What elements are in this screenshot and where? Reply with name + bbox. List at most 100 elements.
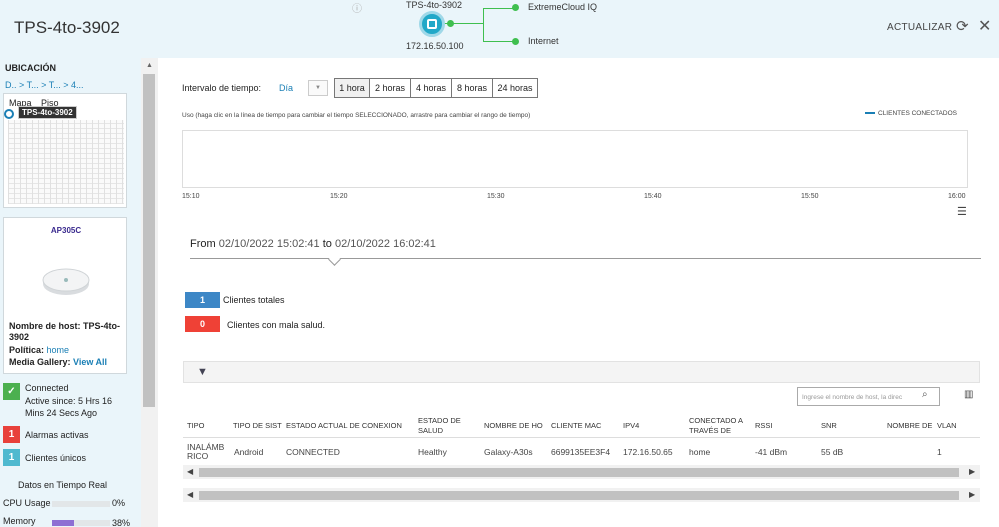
- scroll-left-arrow-icon[interactable]: ◀: [187, 490, 193, 499]
- column-header[interactable]: VLAN: [937, 421, 957, 431]
- cpu-value: 0%: [112, 498, 126, 508]
- cell-os: Android: [234, 447, 264, 457]
- filter-icon[interactable]: ▼: [197, 366, 208, 378]
- map-device-marker-icon[interactable]: [4, 109, 14, 119]
- column-header[interactable]: IPV4: [623, 421, 639, 431]
- range-24h-button[interactable]: 24 horas: [492, 78, 538, 98]
- device-card: AP305C Nombre de host: TPS-4to-3902 Polí…: [3, 217, 127, 374]
- device-hostname: Nombre de host: TPS-4to-3902: [9, 321, 121, 343]
- clients-count-badge[interactable]: 1: [3, 449, 20, 466]
- column-header[interactable]: NOMBRE DE HO: [484, 421, 543, 431]
- active-since: Active since: 5 Hrs 16 Mins 24 Secs Ago: [25, 396, 113, 418]
- chart-legend[interactable]: CLIENTES CONECTADOS: [865, 110, 957, 117]
- legend-label: CLIENTES CONECTADOS: [878, 110, 957, 117]
- location-breadcrumb[interactable]: D.. > T... > T... > 4...: [5, 80, 83, 90]
- refresh-icon[interactable]: ⟳: [956, 17, 969, 35]
- range-to-label: to: [322, 238, 332, 250]
- column-header[interactable]: TIPO DE SIST: [233, 421, 282, 431]
- close-icon[interactable]: ✕: [978, 16, 991, 36]
- page-title: TPS-4to-3902: [14, 18, 120, 37]
- info-icon[interactable]: ⓘ: [352, 0, 362, 15]
- axis-tick: 15:10: [182, 193, 200, 200]
- cpu-bar: [52, 501, 110, 507]
- column-header[interactable]: ESTADO DE SALUD: [418, 416, 478, 436]
- column-header[interactable]: NOMBRE DE: [887, 421, 932, 431]
- device-model: AP305C: [50, 226, 82, 235]
- memory-bar-fill: [52, 520, 75, 526]
- chevron-down-icon[interactable]: ▼: [308, 80, 328, 96]
- device-policy: Política: home: [9, 345, 69, 355]
- table-horizontal-scrollbar[interactable]: ◀ ▶: [183, 465, 980, 479]
- axis-tick: 15:40: [644, 193, 662, 200]
- bad-health-badge[interactable]: 0: [185, 316, 220, 332]
- column-header[interactable]: RSSI: [755, 421, 773, 431]
- cell-health: Healthy: [418, 447, 447, 457]
- column-header[interactable]: ESTADO ACTUAL DE CONEXION: [286, 421, 402, 431]
- page-horizontal-scrollbar[interactable]: ◀ ▶: [183, 488, 980, 502]
- media-label: Media Gallery:: [9, 357, 71, 367]
- cpu-label: CPU Usage: [3, 498, 51, 508]
- header-bar: TPS-4to-3902 ⓘ TPS-4to-3902 172.16.50.10…: [0, 0, 999, 58]
- cell-vlan: 1: [937, 447, 942, 457]
- scroll-right-arrow-icon[interactable]: ▶: [969, 467, 975, 476]
- uplink-cloud-label[interactable]: ExtremeCloud IQ: [528, 2, 597, 12]
- client-search-input[interactable]: Ingrese el nombre de host, la direc: [797, 387, 940, 406]
- column-header[interactable]: TIPO: [187, 421, 205, 431]
- interval-label: Intervalo de tiempo:: [182, 83, 262, 93]
- topology-link: [483, 41, 513, 42]
- range-pointer: [328, 253, 341, 266]
- column-header[interactable]: CLIENTE MAC: [551, 421, 601, 431]
- device-media: Media Gallery: View All: [9, 357, 107, 367]
- alarms-label[interactable]: Alarmas activas: [25, 430, 89, 440]
- cell-mac: 6699135EE3F4: [551, 447, 611, 457]
- access-point-icon[interactable]: [419, 11, 445, 37]
- range-divider: [190, 258, 981, 259]
- floor-map-card[interactable]: Mapa Piso TPS-4to-3902: [3, 93, 127, 208]
- cell-type: INALÁMBRICO: [187, 442, 225, 461]
- scroll-up-arrow-icon[interactable]: ▲: [146, 62, 153, 69]
- usage-note: Uso (haga clic en la línea de tiempo par…: [182, 112, 531, 119]
- legend-swatch: [865, 112, 875, 115]
- axis-tick: 16:00: [948, 193, 966, 200]
- timeline-chart[interactable]: [182, 130, 968, 188]
- topology-link: [483, 8, 513, 9]
- cell-hostname: Galaxy-A30s: [484, 447, 533, 457]
- table-scroll-thumb[interactable]: [199, 468, 959, 477]
- refresh-button[interactable]: ACTUALIZAR: [887, 22, 952, 33]
- sidebar-scroll-thumb[interactable]: [143, 74, 155, 407]
- floor-plan-image[interactable]: [8, 120, 124, 204]
- selected-range: From 02/10/2022 15:02:41 to 02/10/2022 1…: [190, 238, 436, 250]
- clients-label[interactable]: Clientes únicos: [25, 453, 86, 463]
- connected-status: Connected: [25, 383, 69, 393]
- uplink-status-dot: [512, 4, 519, 11]
- table-header-rule: [183, 437, 980, 438]
- scroll-left-arrow-icon[interactable]: ◀: [187, 467, 193, 476]
- range-1h-button[interactable]: 1 hora: [334, 78, 370, 98]
- topology-device-name: TPS-4to-3902: [406, 0, 463, 10]
- page-scroll-thumb[interactable]: [199, 491, 959, 500]
- uplink-internet-label[interactable]: Internet: [528, 36, 559, 46]
- column-header[interactable]: CONECTADO A TRAVÉS DE: [689, 416, 751, 436]
- policy-link[interactable]: home: [47, 345, 70, 355]
- chart-menu-icon[interactable]: ☰: [957, 205, 967, 218]
- map-device-tag: TPS-4to-3902: [18, 106, 77, 119]
- total-clients-label: Clientes totales: [223, 295, 285, 305]
- range-2h-button[interactable]: 2 horas: [369, 78, 411, 98]
- axis-tick: 15:30: [487, 193, 505, 200]
- column-header[interactable]: SNR: [821, 421, 837, 431]
- columns-icon[interactable]: ▥: [964, 389, 973, 400]
- cell-rssi: -41 dBm: [755, 447, 788, 457]
- range-from-label: From: [190, 238, 216, 250]
- alarms-count-badge[interactable]: 1: [3, 426, 20, 443]
- media-gallery-link[interactable]: View All: [73, 357, 107, 367]
- cell-ipv4: 172.16.50.65: [623, 447, 673, 457]
- hostname-label: Nombre de host:: [9, 321, 81, 331]
- range-8h-button[interactable]: 8 horas: [451, 78, 493, 98]
- interval-select-value[interactable]: Día: [279, 83, 293, 93]
- range-4h-button[interactable]: 4 horas: [410, 78, 452, 98]
- search-icon[interactable]: ⌕: [922, 389, 928, 400]
- memory-label: Memory: [3, 516, 36, 526]
- total-clients-badge[interactable]: 1: [185, 292, 220, 308]
- scroll-right-arrow-icon[interactable]: ▶: [969, 490, 975, 499]
- topology-device-ip: 172.16.50.100: [406, 41, 464, 51]
